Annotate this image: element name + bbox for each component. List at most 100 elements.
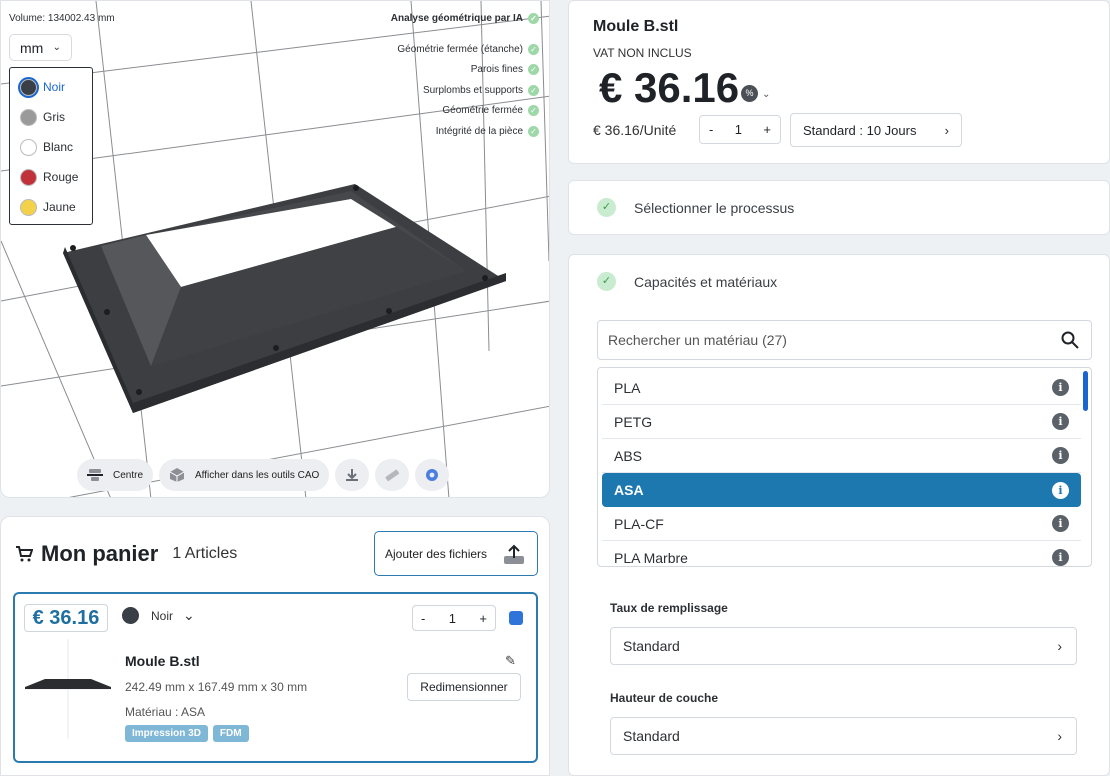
analysis-check: Géométrie fermée ✓ — [391, 101, 539, 122]
item-color-select[interactable]: Noir ⌄ — [122, 607, 195, 624]
measure-button[interactable] — [375, 459, 410, 491]
ruler-icon — [385, 469, 400, 482]
item-name: Moule B.stl — [125, 653, 200, 669]
color-swatch-jaune — [20, 198, 37, 216]
list-scrollbar[interactable] — [1083, 371, 1088, 411]
add-files-label: Ajouter des fichiers — [385, 546, 488, 561]
decrement-button[interactable]: - — [421, 611, 425, 626]
layer-height-label: Hauteur de couche — [610, 691, 719, 705]
step-materials-row[interactable]: ✓ Capacités et matériaux — [597, 272, 777, 291]
analysis-title-text: Analyse géométrique par IA — [390, 13, 523, 24]
decrement-button[interactable]: - — [709, 122, 713, 137]
chevron-down-icon[interactable]: ⌄ — [762, 89, 770, 100]
material-label: PETG — [614, 413, 653, 430]
search-placeholder[interactable]: Rechercher un matériau (27) — [608, 332, 787, 348]
color-label: Blanc — [43, 140, 74, 154]
material-item[interactable]: PLA Marbre i — [602, 541, 1081, 566]
lead-time-select[interactable]: Standard : 10 Jours › — [790, 113, 962, 147]
model-viewer[interactable]: Volume: 134002.43 mm mm ⌄ Noir Gris Blan… — [0, 0, 550, 498]
pencil-icon[interactable]: ✎ — [505, 653, 516, 669]
material-item[interactable]: ABS i — [602, 439, 1081, 473]
total-price: € 36.16 — [599, 64, 740, 111]
infill-value: Standard — [623, 638, 680, 654]
step-materials-label: Capacités et matériaux — [634, 273, 778, 290]
material-label: PLA-CF — [614, 515, 664, 532]
lead-time-label: Standard : 10 Jours — [803, 122, 917, 138]
download-button[interactable] — [335, 459, 370, 491]
check-icon: ✓ — [528, 13, 539, 24]
qty-value[interactable]: 1 — [735, 122, 742, 137]
color-option-noir[interactable]: Noir — [10, 72, 92, 102]
download-icon — [346, 469, 359, 481]
qty-value[interactable]: 1 — [449, 611, 456, 626]
color-option-gris[interactable]: Gris — [10, 102, 92, 132]
unit-select[interactable]: mm ⌄ — [9, 34, 72, 61]
cart-panel: Mon panier 1 Articles Ajouter des fichie… — [0, 516, 550, 776]
color-swatch — [122, 607, 139, 624]
center-icon — [87, 469, 103, 481]
check-label: Surplombs et supports — [422, 84, 523, 96]
info-icon[interactable]: i — [1052, 481, 1069, 499]
color-label: Rouge — [43, 170, 79, 184]
color-swatch-gris — [20, 108, 37, 126]
material-search-input[interactable]: Rechercher un matériau (27) — [597, 320, 1092, 360]
check-icon: ✓ — [597, 198, 616, 217]
item-dimensions: 242.49 mm x 167.49 mm x 30 mm — [125, 680, 308, 694]
unit-select-value: mm — [20, 39, 44, 56]
item-qty-stepper[interactable]: - 1 + — [412, 605, 496, 631]
color-option-blanc[interactable]: Blanc — [10, 132, 92, 162]
analysis-check: Surplombs et supports ✓ — [391, 80, 539, 101]
cart-icon — [16, 546, 33, 562]
increment-button[interactable]: + — [763, 122, 771, 137]
check-label: Intégrité de la pièce — [435, 125, 523, 137]
color-option-rouge[interactable]: Rouge — [10, 162, 92, 192]
layer-height-select[interactable]: Standard › — [610, 717, 1077, 755]
chevron-right-icon: › — [1057, 638, 1062, 654]
center-button[interactable]: Centre — [77, 459, 154, 491]
info-icon[interactable]: i — [1052, 549, 1069, 566]
settings-button[interactable] — [415, 459, 450, 491]
cart-title: Mon panier — [41, 541, 159, 566]
color-picker: Noir Gris Blanc Rouge Jaune — [9, 67, 93, 225]
tag-process: Impression 3D — [125, 725, 208, 742]
step-process-row[interactable]: ✓ Sélectionner le processus — [597, 198, 794, 217]
tag-technology: FDM — [212, 725, 249, 742]
analysis-check: Géométrie fermée (étanche) ✓ — [391, 39, 539, 60]
app-root: Volume: 134002.43 mm mm ⌄ Noir Gris Blan… — [0, 0, 1110, 776]
ai-analysis-panel: Analyse géométrique par IA ✓ Géométrie fe… — [391, 11, 539, 142]
cube-icon — [169, 468, 185, 482]
cart-item[interactable]: € 36.16 Noir ⌄ - 1 + Moule B.stl ✎ 242.4… — [13, 592, 538, 763]
color-option-jaune[interactable]: Jaune — [10, 192, 92, 222]
material-item[interactable]: PLA i — [602, 371, 1081, 405]
search-icon[interactable] — [1061, 331, 1079, 349]
summary-qty-stepper[interactable]: - 1 + — [699, 115, 781, 144]
increment-button[interactable]: + — [479, 611, 487, 626]
color-label: Jaune — [43, 200, 76, 214]
cad-button[interactable]: Afficher dans les outils CAO — [159, 459, 330, 491]
info-icon[interactable]: i — [1052, 413, 1069, 430]
model-thumbnail — [25, 639, 111, 739]
analysis-title: Analyse géométrique par IA ✓ — [391, 11, 539, 26]
material-item[interactable]: PLA-CF i — [602, 507, 1081, 541]
material-item[interactable]: PETG i — [602, 405, 1081, 439]
step-process[interactable]: ✓ Sélectionner le processus — [568, 180, 1110, 235]
vat-label: VAT NON INCLUS — [593, 46, 692, 60]
volume-readout: Volume: 134002.43 mm — [9, 13, 115, 24]
infill-label: Taux de remplissage — [610, 601, 728, 615]
material-list[interactable]: PLA i PETG i ABS i ASA i PLA-CF i PLA Marbre i — [597, 367, 1092, 567]
check-label: Géométrie fermée (étanche) — [397, 43, 523, 55]
resize-button[interactable]: Redimensionner — [407, 673, 521, 701]
material-item-selected[interactable]: ASA i — [602, 473, 1081, 507]
info-icon[interactable]: i — [1052, 515, 1069, 532]
model-cube-icon[interactable] — [509, 611, 523, 625]
color-swatch-blanc — [20, 138, 37, 156]
infill-select[interactable]: Standard › — [610, 627, 1077, 665]
info-icon[interactable]: i — [1052, 379, 1069, 396]
add-files-button[interactable]: Ajouter des fichiers — [374, 531, 538, 576]
unit-price: € 36.16/Unité — [593, 122, 677, 138]
check-label: Parois fines — [470, 64, 523, 76]
info-icon[interactable]: i — [1052, 447, 1069, 464]
discount-icon[interactable]: % — [741, 85, 758, 102]
color-label: Noir — [43, 80, 66, 94]
cart-count: 1 Articles — [172, 545, 238, 562]
